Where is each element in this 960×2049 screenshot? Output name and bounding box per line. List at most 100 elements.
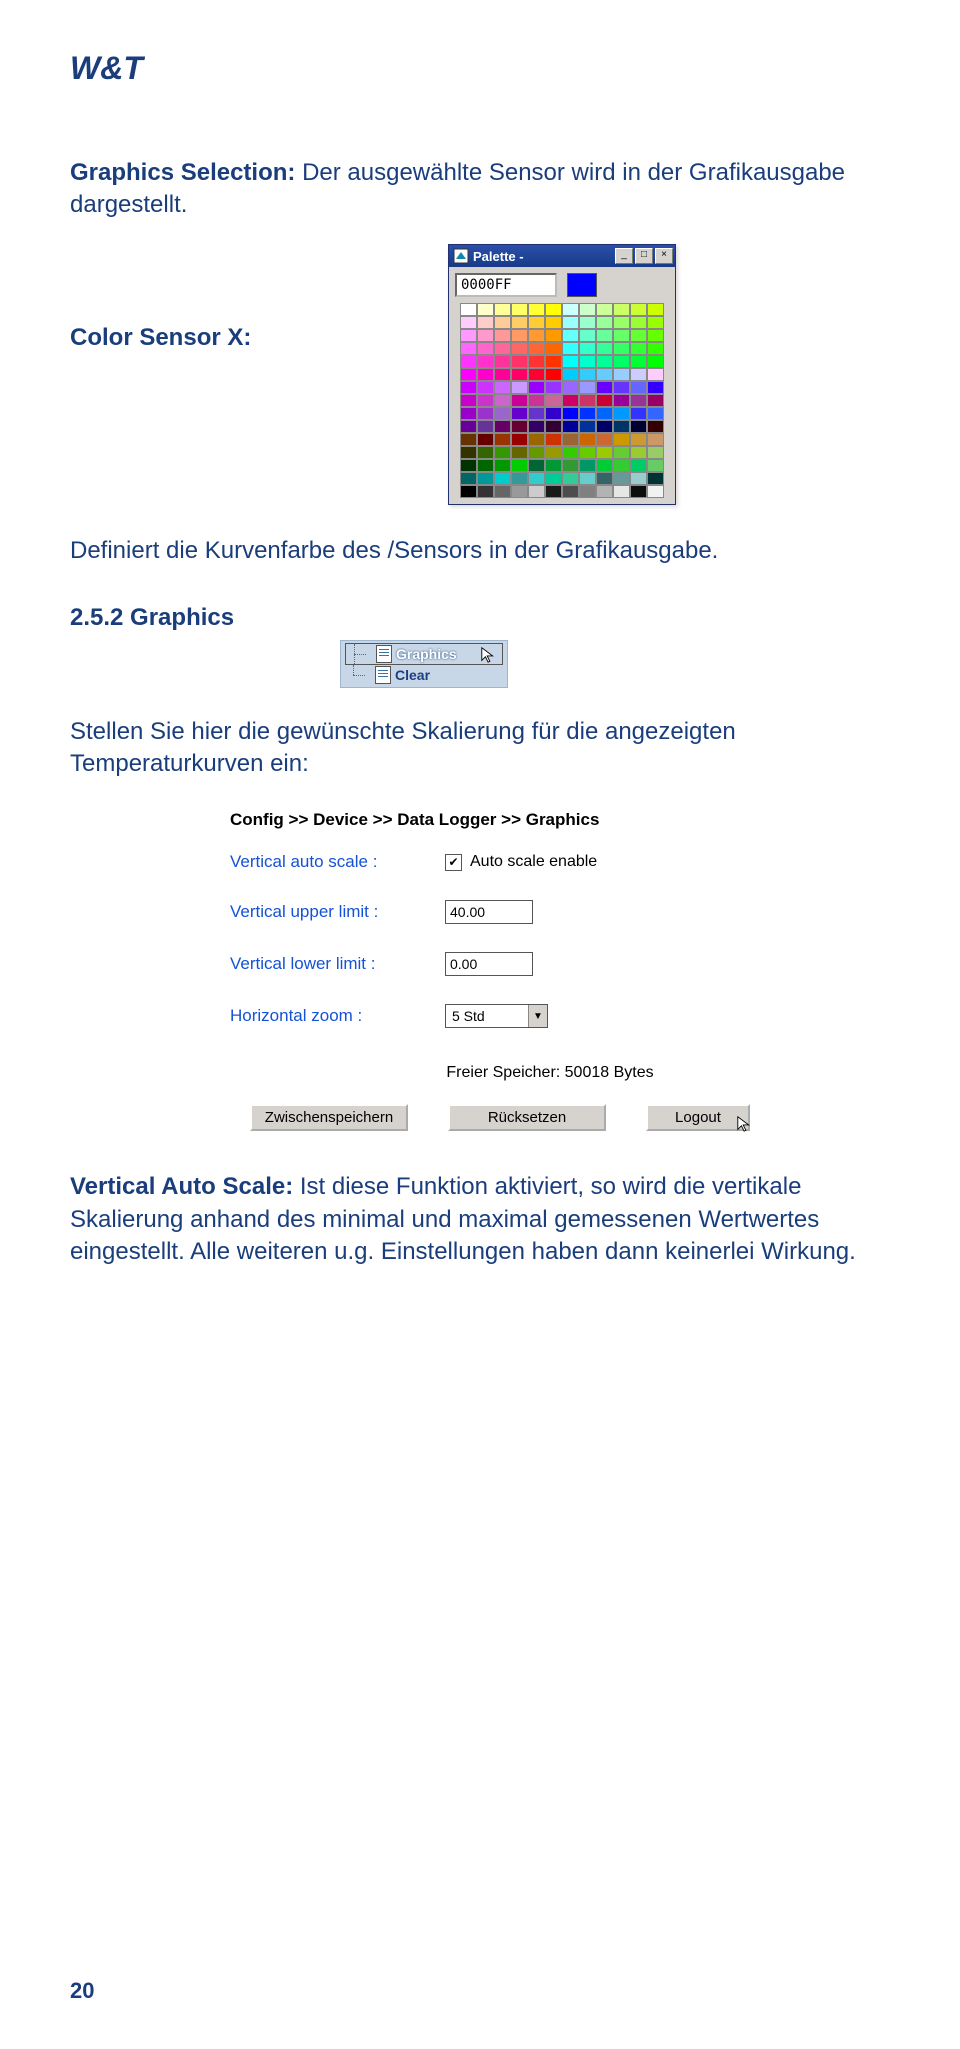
palette-color-cell[interactable] (511, 355, 528, 368)
palette-color-cell[interactable] (460, 381, 477, 394)
palette-color-cell[interactable] (596, 303, 613, 316)
palette-color-cell[interactable] (477, 303, 494, 316)
palette-color-cell[interactable] (596, 355, 613, 368)
palette-color-cell[interactable] (494, 329, 511, 342)
palette-color-cell[interactable] (630, 407, 647, 420)
palette-color-grid[interactable] (460, 303, 664, 498)
palette-color-cell[interactable] (494, 342, 511, 355)
palette-color-cell[interactable] (460, 316, 477, 329)
palette-color-cell[interactable] (562, 485, 579, 498)
palette-color-cell[interactable] (579, 485, 596, 498)
palette-color-cell[interactable] (545, 394, 562, 407)
palette-color-cell[interactable] (562, 368, 579, 381)
palette-color-cell[interactable] (511, 407, 528, 420)
palette-color-cell[interactable] (647, 485, 664, 498)
window-minimize-button[interactable]: _ (615, 248, 633, 264)
palette-color-cell[interactable] (528, 368, 545, 381)
palette-titlebar[interactable]: Palette - _ □ × (449, 245, 675, 267)
palette-color-cell[interactable] (460, 407, 477, 420)
palette-color-cell[interactable] (545, 407, 562, 420)
palette-color-cell[interactable] (511, 420, 528, 433)
palette-color-cell[interactable] (596, 407, 613, 420)
palette-color-cell[interactable] (494, 485, 511, 498)
palette-color-cell[interactable] (511, 459, 528, 472)
palette-color-cell[interactable] (596, 394, 613, 407)
palette-color-cell[interactable] (494, 394, 511, 407)
palette-color-cell[interactable] (613, 420, 630, 433)
palette-color-cell[interactable] (630, 368, 647, 381)
palette-color-cell[interactable] (528, 459, 545, 472)
palette-color-cell[interactable] (562, 446, 579, 459)
palette-color-cell[interactable] (579, 472, 596, 485)
palette-color-cell[interactable] (511, 433, 528, 446)
palette-color-cell[interactable] (579, 433, 596, 446)
palette-color-cell[interactable] (562, 316, 579, 329)
window-maximize-button[interactable]: □ (635, 248, 653, 264)
palette-color-cell[interactable] (630, 459, 647, 472)
palette-color-cell[interactable] (511, 472, 528, 485)
palette-color-cell[interactable] (460, 368, 477, 381)
palette-color-cell[interactable] (528, 433, 545, 446)
palette-color-cell[interactable] (528, 329, 545, 342)
palette-color-cell[interactable] (511, 368, 528, 381)
palette-color-cell[interactable] (562, 472, 579, 485)
palette-color-cell[interactable] (562, 303, 579, 316)
palette-color-cell[interactable] (477, 485, 494, 498)
palette-color-cell[interactable] (562, 433, 579, 446)
palette-color-cell[interactable] (596, 459, 613, 472)
palette-color-cell[interactable] (579, 355, 596, 368)
palette-color-cell[interactable] (494, 381, 511, 394)
palette-color-cell[interactable] (477, 420, 494, 433)
palette-color-cell[interactable] (460, 472, 477, 485)
palette-color-cell[interactable] (647, 446, 664, 459)
palette-color-cell[interactable] (596, 446, 613, 459)
palette-color-cell[interactable] (545, 316, 562, 329)
palette-color-cell[interactable] (460, 394, 477, 407)
palette-color-cell[interactable] (579, 342, 596, 355)
palette-color-cell[interactable] (562, 329, 579, 342)
palette-color-cell[interactable] (545, 342, 562, 355)
palette-color-cell[interactable] (494, 368, 511, 381)
palette-color-cell[interactable] (460, 446, 477, 459)
palette-color-cell[interactable] (494, 407, 511, 420)
input-lower-limit[interactable] (445, 952, 533, 976)
palette-color-cell[interactable] (545, 472, 562, 485)
palette-color-cell[interactable] (579, 316, 596, 329)
palette-color-cell[interactable] (494, 459, 511, 472)
select-horizontal-zoom[interactable]: 5 Std ▼ (445, 1004, 548, 1028)
palette-color-cell[interactable] (613, 355, 630, 368)
palette-color-cell[interactable] (647, 303, 664, 316)
palette-color-cell[interactable] (460, 303, 477, 316)
palette-color-cell[interactable] (511, 381, 528, 394)
palette-color-cell[interactable] (545, 459, 562, 472)
palette-color-cell[interactable] (528, 316, 545, 329)
palette-color-cell[interactable] (630, 381, 647, 394)
palette-color-cell[interactable] (477, 459, 494, 472)
palette-color-cell[interactable] (494, 433, 511, 446)
palette-color-cell[interactable] (613, 329, 630, 342)
checkbox-auto-scale[interactable] (445, 854, 462, 871)
tree-node-graphics[interactable]: Graphics (345, 643, 503, 665)
palette-color-cell[interactable] (545, 368, 562, 381)
palette-color-cell[interactable] (596, 368, 613, 381)
palette-color-cell[interactable] (494, 355, 511, 368)
palette-color-cell[interactable] (477, 381, 494, 394)
palette-color-cell[interactable] (579, 394, 596, 407)
palette-color-cell[interactable] (562, 355, 579, 368)
palette-color-cell[interactable] (477, 329, 494, 342)
palette-color-cell[interactable] (596, 316, 613, 329)
palette-color-cell[interactable] (579, 303, 596, 316)
palette-color-cell[interactable] (647, 381, 664, 394)
palette-color-cell[interactable] (494, 316, 511, 329)
palette-color-cell[interactable] (511, 485, 528, 498)
palette-color-cell[interactable] (579, 407, 596, 420)
palette-color-cell[interactable] (545, 446, 562, 459)
palette-color-cell[interactable] (460, 329, 477, 342)
palette-color-cell[interactable] (613, 303, 630, 316)
palette-color-cell[interactable] (494, 420, 511, 433)
button-zwischenspeichern[interactable]: Zwischenspeichern (250, 1104, 408, 1131)
palette-color-cell[interactable] (579, 459, 596, 472)
palette-color-cell[interactable] (528, 342, 545, 355)
palette-color-cell[interactable] (528, 472, 545, 485)
palette-color-cell[interactable] (613, 316, 630, 329)
